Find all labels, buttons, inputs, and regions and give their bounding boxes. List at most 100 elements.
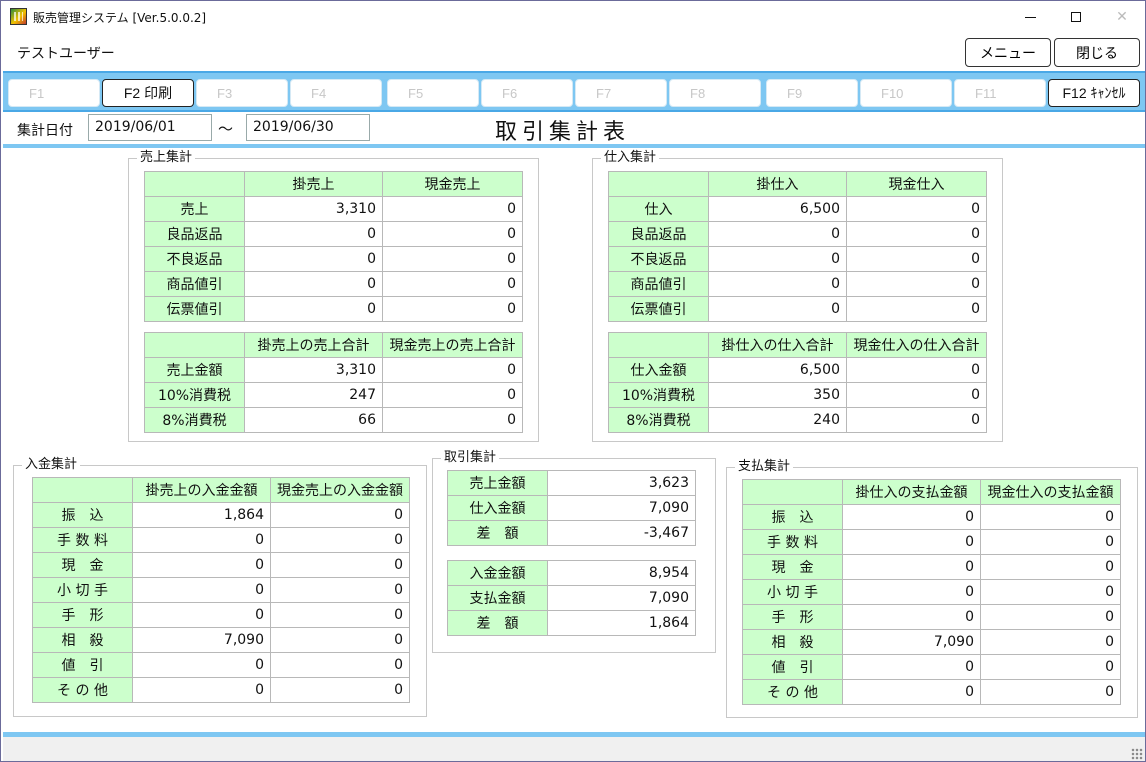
table-cell: 0 (270, 502, 410, 528)
table-row: 現 金00 (32, 552, 410, 578)
minimize-button[interactable] (1007, 1, 1053, 33)
table-row: 8%消費税 66 0 (144, 407, 523, 433)
table-row: 掛売上の売上合計 現金売上の売上合計 (144, 332, 523, 358)
table-cell: 0 (244, 296, 383, 322)
table-cell: 0 (270, 677, 410, 703)
f9-button[interactable]: F9 (766, 79, 858, 107)
close-button[interactable]: 閉じる (1054, 38, 1140, 67)
table-row: 売上金額 3,310 0 (144, 357, 523, 383)
app-logo-icon (10, 8, 27, 25)
table-cell: 3,310 (244, 357, 383, 383)
window-close-button[interactable]: ✕ (1099, 1, 1145, 33)
table-corner (608, 171, 709, 197)
receipt-summary-group: 入金集計 掛売上の入金金額 現金売上の入金金額 振 込 1,864 0 手 数 料00… (13, 458, 427, 717)
function-key-bar: F1 F2 印刷 F3 F4 F5 F6 F7 F8 F9 F10 F11 F1… (3, 71, 1145, 112)
table-cell: 0 (846, 357, 987, 383)
table-cell: 0 (846, 246, 987, 272)
date-to-field[interactable]: 2019/06/30 (246, 114, 370, 141)
table-corner (608, 332, 709, 358)
table-cell: 0 (270, 552, 410, 578)
table-row: 相 殺 7,090 0 (742, 629, 1121, 655)
row-header: 手 形 (742, 604, 843, 630)
table-cell: 0 (708, 246, 847, 272)
table-cell: 0 (846, 382, 987, 408)
f8-button[interactable]: F8 (669, 79, 761, 107)
column-header: 現金売上の売上合計 (382, 332, 523, 358)
f10-button[interactable]: F10 (860, 79, 952, 107)
table-cell: 0 (270, 652, 410, 678)
f11-button[interactable]: F11 (954, 79, 1046, 107)
maximize-button[interactable] (1053, 1, 1099, 33)
table-row: 小 切 手00 (32, 577, 410, 603)
table-cell: 0 (382, 196, 523, 222)
table-corner (144, 332, 245, 358)
row-header: 良品返品 (144, 221, 245, 247)
table-row: 支払金額 7,090 (447, 585, 696, 611)
title-bar[interactable]: 販売管理システム [Ver.5.0.0.2] ✕ (1, 1, 1145, 33)
row-header: 小 切 手 (32, 577, 133, 603)
table-row: 掛売上 現金売上 (144, 171, 523, 197)
row-header: 売上金額 (144, 357, 245, 383)
row-header: 売上金額 (447, 470, 548, 496)
table-row: 値 引00 (742, 654, 1121, 680)
group-title: 入金集計 (22, 458, 81, 472)
table-row: 振 込 1,864 0 (32, 502, 410, 528)
table-cell: 0 (244, 246, 383, 272)
date-from-field[interactable]: 2019/06/01 (88, 114, 212, 141)
table-cell: 0 (132, 677, 271, 703)
row-header: 8%消費税 (144, 407, 245, 433)
table-cell: 0 (132, 652, 271, 678)
menu-button[interactable]: メニュー (965, 38, 1051, 67)
row-header: 手 数 料 (32, 527, 133, 553)
row-header: 振 込 (32, 502, 133, 528)
table-cell: 0 (846, 271, 987, 297)
column-header: 現金仕入 (846, 171, 987, 197)
row-header: 伝票値引 (608, 296, 709, 322)
column-header: 現金仕入の支払金額 (980, 479, 1121, 505)
f12-cancel-button[interactable]: F12 ｷｬﾝｾﾙ (1048, 79, 1140, 107)
purchase-total-table: 掛仕入の仕入合計 現金仕入の仕入合計 仕入金額 6,500 0 10%消費税 350 0 … (608, 332, 987, 433)
table-row: 10%消費税 350 0 (608, 382, 987, 408)
f4-button[interactable]: F4 (290, 79, 382, 107)
group-title: 取引集計 (441, 451, 500, 465)
row-header: 不良返品 (144, 246, 245, 272)
f6-button[interactable]: F6 (481, 79, 573, 107)
sales-table: 掛売上 現金売上 売上 3,310 0 良品返品 0 0 不良返品 0 0 商品値引 0 0 伝票… (144, 171, 523, 322)
group-title: 売上集計 (137, 151, 196, 165)
table-row: 掛仕入の仕入合計 現金仕入の仕入合計 (608, 332, 987, 358)
table-cell: 7,090 (547, 495, 696, 521)
f5-button[interactable]: F5 (387, 79, 479, 107)
f2-print-button[interactable]: F2 印刷 (102, 79, 194, 107)
row-header: 値 引 (742, 654, 843, 680)
sales-total-table: 掛売上の売上合計 現金売上の売上合計 売上金額 3,310 0 10%消費税 247 0 … (144, 332, 523, 433)
table-cell: 0 (846, 407, 987, 433)
column-header: 掛仕入 (708, 171, 847, 197)
table-cell: 0 (842, 604, 981, 630)
transaction-summary-group: 取引集計 売上金額 3,623 仕入金額 7,090 差 額 -3,467 入金金額 8… (432, 451, 716, 653)
table-corner (32, 477, 133, 503)
table-row: 良品返品 0 0 (144, 221, 523, 247)
table-cell: 0 (270, 577, 410, 603)
table-cell: 0 (980, 504, 1121, 530)
group-title: 支払集計 (735, 460, 794, 474)
table-cell: 247 (244, 382, 383, 408)
row-header: 10%消費税 (608, 382, 709, 408)
table-row: 伝票値引 0 0 (144, 296, 523, 322)
table-row: 不良返品 0 0 (144, 246, 523, 272)
table-cell: 0 (132, 527, 271, 553)
row-header: 売上 (144, 196, 245, 222)
table-cell: 0 (132, 602, 271, 628)
f7-button[interactable]: F7 (575, 79, 667, 107)
user-name: テストユーザー (17, 46, 115, 62)
table-cell: 0 (842, 679, 981, 705)
receipt-table: 掛売上の入金金額 現金売上の入金金額 振 込 1,864 0 手 数 料00 現 金0… (32, 477, 410, 703)
resize-grip-icon[interactable] (1131, 748, 1143, 760)
f3-button[interactable]: F3 (196, 79, 288, 107)
f1-button[interactable]: F1 (8, 79, 100, 107)
table-corner (742, 479, 843, 505)
row-header: 仕入金額 (447, 495, 548, 521)
table-row: 現 金00 (742, 554, 1121, 580)
row-header: そ の 他 (742, 679, 843, 705)
column-header: 掛売上 (244, 171, 383, 197)
table-cell: 0 (842, 654, 981, 680)
